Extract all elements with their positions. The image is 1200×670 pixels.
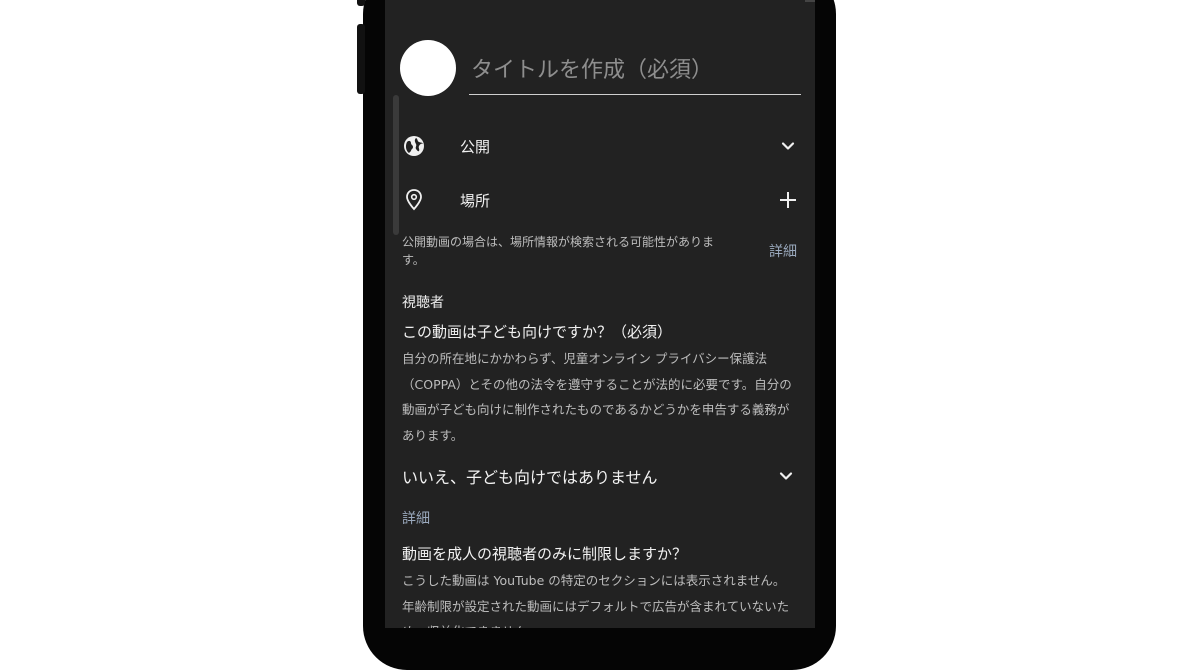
location-details-link[interactable]: 詳細 xyxy=(769,241,797,261)
scrollbar[interactable] xyxy=(393,95,399,235)
made-for-kids-question: この動画は子ども向けですか？（必須） xyxy=(402,323,673,341)
phone-side-button xyxy=(357,0,365,6)
upload-details-screen: 公開 場所 公開動画の場合は、場所情報が検索される可能性があります。 詳細 視聴… xyxy=(385,0,815,628)
status-bar-mark xyxy=(805,0,815,2)
made-for-kids-select[interactable]: いいえ、子ども向けではありません xyxy=(402,463,798,489)
age-restriction-description: こうした動画は YouTube の特定のセクションには表示されません。年齢制限が… xyxy=(402,573,790,628)
audience-heading: 視聴者 xyxy=(402,295,444,311)
title-input[interactable] xyxy=(469,50,801,95)
chevron-down-icon[interactable] xyxy=(774,464,798,488)
location-label: 場所 xyxy=(460,191,491,210)
visibility-label: 公開 xyxy=(460,137,491,156)
globe-icon xyxy=(400,132,428,160)
plus-icon[interactable] xyxy=(776,188,800,212)
coppa-description: 自分の所在地にかかわらず、児童オンライン プライバシー保護法（COPPA）とその… xyxy=(402,351,792,443)
visibility-row[interactable]: 公開 xyxy=(400,129,800,163)
chevron-down-icon[interactable] xyxy=(776,134,800,158)
audience-details-link[interactable]: 詳細 xyxy=(402,508,430,528)
made-for-kids-value: いいえ、子ども向けではありません xyxy=(402,468,658,487)
phone-volume-button xyxy=(357,24,365,94)
location-pin-icon xyxy=(400,186,428,214)
avatar[interactable] xyxy=(400,40,456,96)
location-note: 公開動画の場合は、場所情報が検索される可能性があります。 xyxy=(402,235,715,267)
age-restriction-question: 動画を成人の視聴者のみに制限しますか？ xyxy=(402,545,688,563)
location-row[interactable]: 場所 xyxy=(400,183,800,217)
